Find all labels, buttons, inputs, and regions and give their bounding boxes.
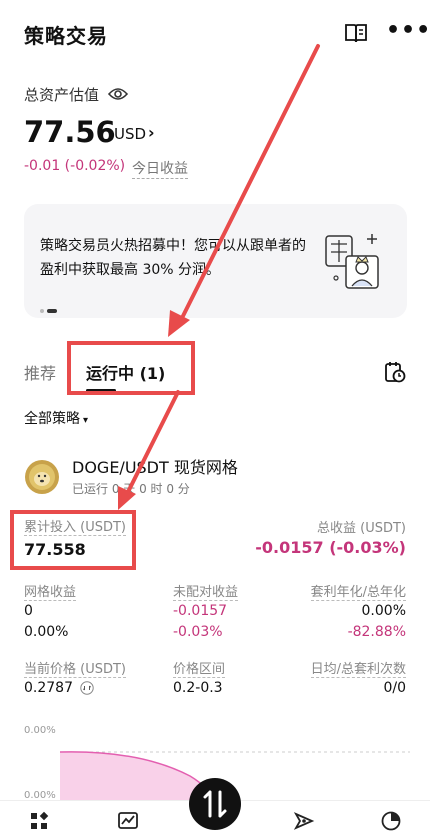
- market-chart-icon[interactable]: [117, 810, 139, 832]
- tab-recommend[interactable]: 推荐: [24, 360, 56, 384]
- discover-compass-icon[interactable]: [293, 810, 315, 832]
- strategy-runtime: 已运行 0 天 0 时 0 分: [72, 482, 190, 496]
- trade-arrows-icon: [203, 790, 227, 818]
- eye-icon[interactable]: [108, 86, 128, 102]
- highlight-box-running-tab: [67, 341, 195, 395]
- grid-profit-label[interactable]: 网格收益: [24, 581, 77, 601]
- unmatched-profit-percent: -0.03%: [173, 624, 223, 640]
- page-title: 策略交易: [24, 24, 108, 48]
- more-icon[interactable]: •••: [386, 20, 430, 44]
- trade-fab-button[interactable]: [189, 778, 241, 830]
- book-icon[interactable]: [344, 22, 368, 44]
- total-assets-label: 总资产估值: [24, 86, 100, 104]
- today-pnl-label[interactable]: 今日收益: [132, 158, 188, 179]
- arbitrage-count-value: 0/0: [383, 680, 406, 696]
- home-grid-icon[interactable]: [28, 810, 50, 832]
- currency-unit[interactable]: USD: [114, 125, 146, 143]
- arbitrage-count-label[interactable]: 日均/总套利次数: [310, 658, 406, 678]
- grid-profit-value: 0: [24, 603, 33, 619]
- promo-banner-text: 策略交易员火热招募中！您可以从跟单者的盈利中获取最高 30% 分润。: [40, 238, 306, 278]
- current-price-label[interactable]: 当前价格 (USDT): [24, 658, 126, 678]
- today-pnl-value: -0.01 (-0.02%): [24, 158, 126, 174]
- total-profit-value: -0.0157 (-0.03%): [255, 538, 406, 557]
- highlight-box-invest: [10, 510, 136, 570]
- strategy-filter-label: 全部策略: [24, 411, 80, 427]
- total-profit-label: 总收益 (USDT): [317, 521, 406, 536]
- banner-pagination: [40, 300, 60, 319]
- strategy-filter-dropdown[interactable]: 全部策略 ▾: [24, 408, 88, 428]
- unmatched-profit-label[interactable]: 未配对收益: [173, 581, 239, 601]
- doge-coin-icon: [25, 460, 59, 494]
- caret-down-icon: ▾: [83, 415, 89, 426]
- price-range-label[interactable]: 价格区间: [173, 658, 226, 678]
- pagination-dot-active: [47, 308, 57, 313]
- annualized-label[interactable]: 套利年化/总年化: [310, 581, 406, 601]
- assets-pie-icon[interactable]: [380, 810, 402, 832]
- total-assets-value: 77.56: [24, 115, 116, 149]
- total-annualized-value: -82.88%: [347, 624, 406, 640]
- strategy-name[interactable]: DOGE/USDT 现货网格: [72, 454, 238, 478]
- swap-icon[interactable]: [80, 681, 94, 695]
- unmatched-profit-value: -0.0157: [173, 603, 228, 619]
- history-icon[interactable]: [384, 361, 406, 383]
- pagination-dot: [40, 308, 44, 313]
- trader-illustration-icon: [325, 234, 379, 289]
- arbitrage-annualized-value: 0.00%: [361, 603, 406, 619]
- grid-profit-percent: 0.00%: [24, 624, 69, 640]
- chart-axis-label-top: 0.00%: [24, 725, 56, 736]
- chevron-right-icon[interactable]: ›: [148, 123, 155, 142]
- current-price-value: 0.2787: [24, 680, 73, 696]
- price-range-value: 0.2-0.3: [173, 680, 223, 696]
